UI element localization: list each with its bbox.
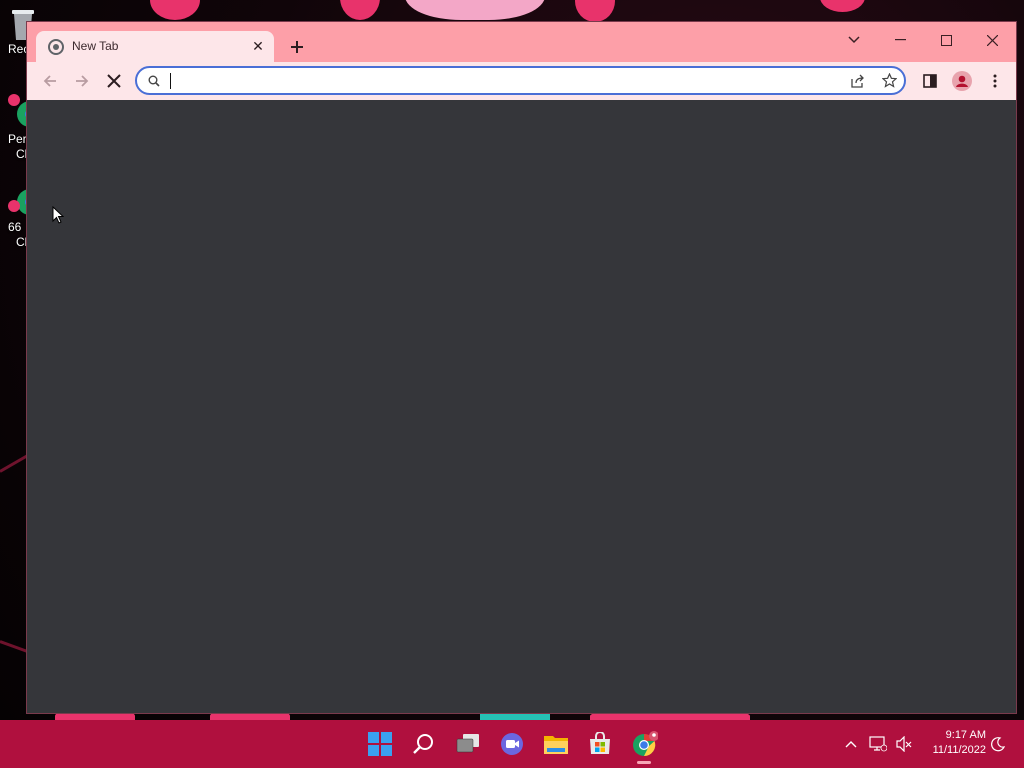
network-status-button[interactable] (868, 734, 888, 754)
minimize-icon (894, 39, 906, 41)
tab-search-button[interactable] (832, 26, 876, 54)
file-explorer-icon (544, 736, 568, 754)
chat-button[interactable] (496, 728, 528, 760)
share-icon[interactable] (850, 74, 865, 88)
close-icon (986, 34, 998, 46)
moon-icon (991, 737, 1006, 752)
clock-time: 9:17 AM (945, 729, 986, 741)
microsoft-store-icon (590, 732, 610, 754)
tab-new-tab[interactable]: New Tab ✕ (36, 31, 274, 62)
minimize-button[interactable] (878, 26, 922, 54)
menu-button[interactable] (982, 68, 1008, 94)
taskbar-search-button[interactable] (408, 728, 440, 760)
stop-loading-button[interactable] (101, 68, 127, 94)
bookmark-star-icon[interactable] (882, 73, 897, 88)
profile-button[interactable] (949, 68, 975, 94)
maximize-icon (940, 34, 952, 46)
show-hidden-icons-button[interactable] (841, 734, 861, 754)
tab-strip: New Tab ✕ (27, 22, 1016, 62)
close-icon: ✕ (252, 37, 264, 54)
side-panel-icon (923, 74, 937, 88)
wallpaper-flower (150, 0, 200, 20)
mouse-cursor-icon (52, 206, 64, 224)
chrome-newtab-icon (48, 39, 64, 55)
clock-date: 11/11/2022 (932, 744, 986, 756)
chrome-taskbar-button[interactable] (628, 728, 660, 764)
search-icon (148, 75, 160, 87)
active-app-indicator (637, 761, 651, 764)
task-view-icon (456, 734, 479, 753)
tab-title: New Tab (72, 39, 119, 53)
maximize-button[interactable] (924, 26, 968, 54)
side-panel-button[interactable] (917, 68, 943, 94)
back-button[interactable] (37, 68, 63, 94)
arrow-left-icon (43, 75, 56, 87)
address-bar[interactable] (135, 66, 906, 95)
stop-icon (107, 74, 121, 88)
chevron-down-icon (848, 36, 860, 44)
microsoft-store-button[interactable] (584, 728, 616, 760)
wallpaper-flower (575, 0, 615, 22)
text-caret (170, 73, 171, 89)
new-tab-button[interactable] (285, 35, 309, 59)
taskbar: 9:17 AM 11/11/2022 (0, 720, 1024, 768)
focus-assist-button[interactable] (988, 734, 1008, 754)
browser-window: New Tab ✕ (27, 22, 1016, 713)
wallpaper-heart (405, 0, 545, 20)
wallpaper-streak (0, 640, 29, 654)
start-button[interactable] (364, 728, 396, 760)
start-icon (368, 732, 392, 756)
tab-close-button[interactable]: ✕ (248, 36, 268, 56)
system-clock[interactable]: 9:17 AM 11/11/2022 (920, 728, 986, 758)
chevron-up-icon (845, 741, 857, 748)
more-vertical-icon (993, 74, 997, 88)
page-content[interactable] (27, 100, 1016, 713)
task-view-button[interactable] (452, 728, 484, 760)
wallpaper-flower (820, 0, 865, 12)
arrow-right-icon (76, 75, 89, 87)
address-input[interactable] (169, 71, 833, 93)
wallpaper-flower (340, 0, 380, 20)
search-icon (413, 734, 433, 754)
avatar-icon (952, 71, 972, 91)
close-window-button[interactable] (970, 26, 1014, 54)
forward-button[interactable] (69, 68, 95, 94)
browser-toolbar (27, 62, 1016, 100)
chat-icon (501, 733, 523, 755)
volume-button[interactable] (894, 734, 914, 754)
network-icon (869, 736, 887, 752)
volume-muted-icon (896, 736, 912, 752)
chrome-icon (633, 731, 658, 757)
file-explorer-button[interactable] (540, 728, 572, 760)
plus-icon (291, 41, 303, 53)
